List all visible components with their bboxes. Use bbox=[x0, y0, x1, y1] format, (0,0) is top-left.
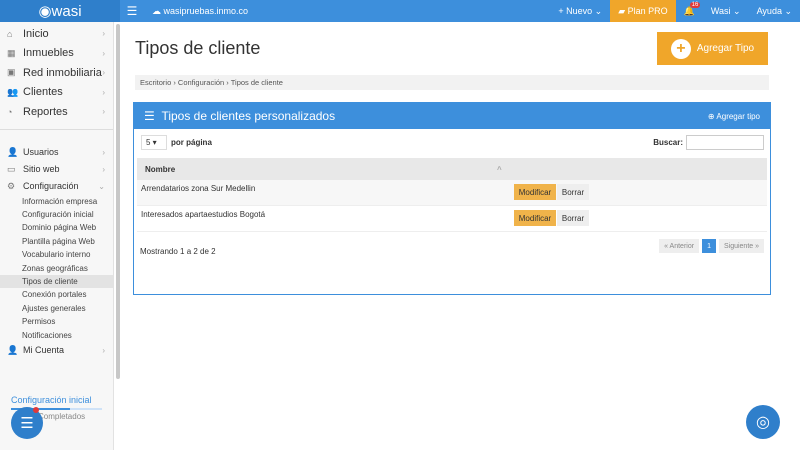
help-menu[interactable]: Ayuda ⌄ bbox=[749, 0, 800, 22]
per-page-select[interactable]: 5 ▾ bbox=[141, 135, 167, 150]
submenu-item[interactable]: Dominio página Web bbox=[0, 221, 113, 234]
page-title: Tipos de cliente bbox=[135, 38, 261, 58]
user-menu[interactable]: Wasi ⌄ bbox=[703, 0, 749, 22]
submenu-item[interactable]: Ajustes generales bbox=[0, 302, 113, 315]
panel-title: Tipos de clientes personalizados bbox=[161, 109, 336, 123]
next-page-button[interactable]: Siguiente » bbox=[718, 239, 764, 253]
sidebar-item-label: Mi Cuenta bbox=[23, 345, 65, 356]
sidebar-item-label: Inmuebles bbox=[23, 47, 74, 60]
delete-button[interactable]: Borrar bbox=[557, 184, 589, 200]
sidebar-scrollbar[interactable] bbox=[116, 24, 120, 379]
table-row: Arrendatarios zona Sur Medellin Modificar… bbox=[137, 180, 767, 206]
sidebar-item-label: Configuración bbox=[23, 181, 79, 191]
submenu-item[interactable]: Permisos bbox=[0, 315, 113, 328]
modify-button[interactable]: Modificar bbox=[514, 184, 556, 200]
menu-toggle-icon[interactable]: ☰ bbox=[120, 4, 144, 18]
submenu-item[interactable]: Notificaciones bbox=[0, 328, 113, 341]
chevron-icon: ⌄ bbox=[98, 181, 105, 191]
chevron-icon: › bbox=[102, 29, 105, 39]
per-page-label: por página bbox=[171, 138, 212, 147]
client-types-panel: ☰ Tipos de clientes personalizados ⊕ Agre… bbox=[133, 102, 771, 295]
per-page-value: 5 bbox=[146, 138, 151, 147]
row-name: Interesados apartaestudios Bogotá bbox=[141, 210, 266, 219]
new-menu[interactable]: + Nuevo ⌄ bbox=[550, 0, 610, 22]
setup-subtitle: Completados bbox=[38, 412, 86, 421]
column-header-nombre[interactable]: ^ Nombre bbox=[137, 158, 767, 180]
column-label: Nombre bbox=[145, 165, 176, 174]
prev-page-button[interactable]: « Anterior bbox=[659, 239, 700, 253]
sidebar-item-0[interactable]: ⌂ Inicio › bbox=[0, 24, 113, 44]
chevron-icon: › bbox=[102, 107, 105, 117]
plan-pro-button[interactable]: ▰ Plan PRO bbox=[610, 0, 676, 22]
breadcrumb: Escritorio › Configuración › Tipos de cl… bbox=[135, 75, 769, 90]
table-row: Interesados apartaestudios Bogotá Modific… bbox=[137, 206, 767, 232]
setup-title[interactable]: Configuración inicial bbox=[11, 395, 92, 405]
site-link[interactable]: ☁ wasipruebas.inmo.co bbox=[152, 6, 248, 17]
chevron-icon: › bbox=[102, 68, 105, 78]
page-1-button[interactable]: 1 bbox=[702, 239, 716, 253]
sidebar-icon: 👤 bbox=[7, 146, 19, 157]
add-type-link-label: Agregar tipo bbox=[716, 111, 760, 121]
sidebar-item-3[interactable]: 👥 Clientes › bbox=[0, 83, 113, 103]
row-name: Arrendatarios zona Sur Medellin bbox=[141, 184, 256, 193]
submenu-item[interactable]: Configuración inicial bbox=[0, 208, 113, 221]
sidebar-icon: ▦ bbox=[7, 47, 16, 58]
sidebar-icon: ▣ bbox=[7, 67, 16, 78]
sidebar-item-0[interactable]: 👤 Usuarios › bbox=[0, 144, 113, 161]
chevron-icon: › bbox=[102, 48, 105, 58]
submenu-item[interactable]: Conexión portales bbox=[0, 288, 113, 301]
search-label: Buscar: bbox=[653, 138, 683, 147]
submenu-item[interactable]: Plantilla página Web bbox=[0, 235, 113, 248]
chevron-icon: › bbox=[102, 87, 105, 97]
table-info: Mostrando 1 a 2 de 2 bbox=[140, 247, 216, 256]
plus-icon: + bbox=[670, 38, 691, 59]
chevron-icon: › bbox=[102, 164, 105, 174]
chat-badge bbox=[33, 407, 39, 413]
sort-icon: ^ bbox=[497, 165, 502, 174]
sidebar-item-label: Reportes bbox=[23, 105, 68, 118]
list-icon: ☰ bbox=[144, 109, 162, 123]
sidebar-item-label: Sitio web bbox=[23, 164, 60, 174]
top-bar: ◉wasi ☰ ☁ wasipruebas.inmo.co + Nuevo ⌄ … bbox=[0, 0, 800, 22]
add-type-label: Agregar Tipo bbox=[696, 43, 755, 54]
sidebar-icon: ◔ bbox=[7, 106, 13, 117]
plan-label: Plan PRO bbox=[627, 6, 668, 16]
sidebar-item-1[interactable]: ▭ Sitio web › bbox=[0, 161, 113, 178]
sidebar-item-label: Red inmobiliaria bbox=[23, 66, 102, 79]
sidebar-item-2[interactable]: ▣ Red inmobiliaria › bbox=[0, 63, 113, 83]
sidebar-icon: ⌂ bbox=[7, 28, 13, 39]
sidebar-item-4[interactable]: ◔ Reportes › bbox=[0, 102, 113, 122]
sidebar-icon: ⚙ bbox=[7, 180, 16, 191]
sidebar-item-label: Inicio bbox=[23, 27, 49, 40]
sidebar-item-label: Clientes bbox=[23, 86, 63, 99]
wasi-logo[interactable]: ◉wasi bbox=[0, 0, 120, 22]
notifications-bell-icon[interactable]: 🔔 16 bbox=[676, 0, 703, 22]
chat-button[interactable]: ☰ bbox=[11, 407, 43, 439]
sidebar-icon: 👥 bbox=[7, 86, 19, 97]
pagination: « Anterior 1 Siguiente » bbox=[659, 239, 764, 253]
delete-button[interactable]: Borrar bbox=[557, 210, 589, 226]
sidebar: ⌂ Inicio › ▦ Inmuebles › ▣ Red inmobiliaria › 👥 Cl… bbox=[0, 22, 114, 450]
submenu-item[interactable]: Tipos de cliente bbox=[0, 274, 113, 289]
modify-button[interactable]: Modificar bbox=[514, 210, 556, 226]
chevron-right-icon: › bbox=[102, 345, 105, 355]
chevron-icon: › bbox=[102, 147, 105, 157]
search-input[interactable] bbox=[686, 135, 764, 150]
help-widget-button[interactable]: ◎ bbox=[746, 405, 780, 439]
notification-badge: 16 bbox=[689, 2, 701, 8]
add-type-link[interactable]: ⊕ Agregar tipo bbox=[708, 112, 760, 121]
sidebar-item-mi-cuenta[interactable]: 👤 Mi Cuenta › bbox=[0, 342, 113, 359]
sidebar-item-label: Usuarios bbox=[23, 147, 59, 157]
submenu-item[interactable]: Zonas geográficas bbox=[0, 261, 113, 274]
submenu-item[interactable]: Información empresa bbox=[0, 195, 113, 208]
sidebar-icon: ▭ bbox=[7, 163, 16, 174]
submenu-item[interactable]: Vocabulario interno bbox=[0, 248, 113, 261]
account-icon: 👤 bbox=[7, 344, 19, 355]
sidebar-item-1[interactable]: ▦ Inmuebles › bbox=[0, 44, 113, 64]
add-type-button[interactable]: + Agregar Tipo bbox=[657, 32, 768, 65]
site-url: wasipruebas.inmo.co bbox=[163, 5, 249, 16]
sidebar-item-2[interactable]: ⚙ Configuración ⌄ bbox=[0, 178, 113, 195]
